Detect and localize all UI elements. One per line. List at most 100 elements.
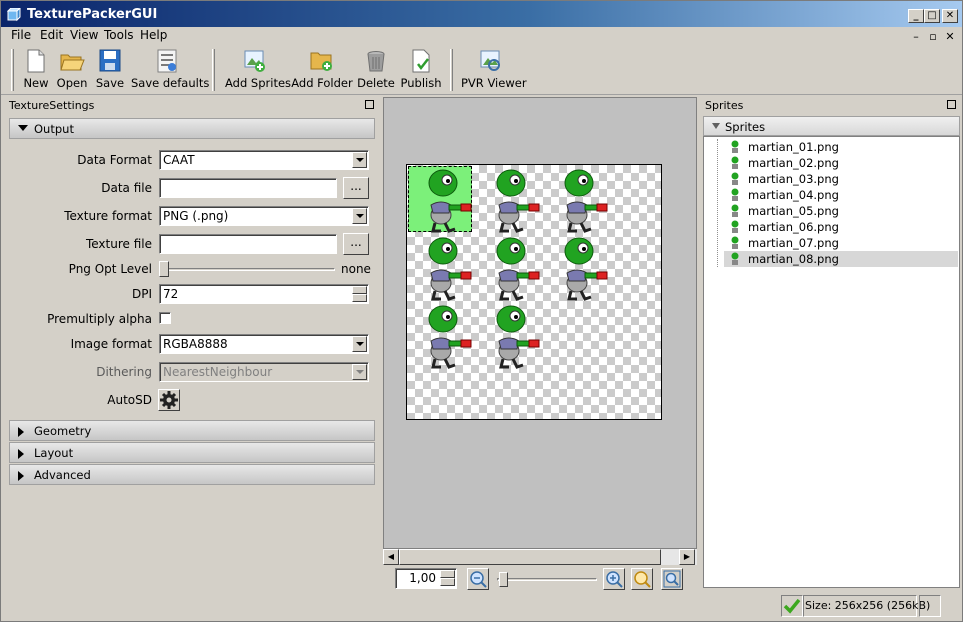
sprite-file-icon xyxy=(731,156,739,169)
sprite-list-item[interactable]: martian_06.png xyxy=(724,219,958,235)
advanced-section-header[interactable]: Advanced xyxy=(9,464,375,485)
menu-edit[interactable]: Edit xyxy=(40,28,63,42)
martian-sprite[interactable] xyxy=(481,167,545,233)
menu-help[interactable]: Help xyxy=(140,28,167,42)
toolbar-grip[interactable] xyxy=(11,49,14,91)
menu-view[interactable]: View xyxy=(70,28,98,42)
chevron-down-icon[interactable] xyxy=(352,208,367,224)
delete-button[interactable]: Delete xyxy=(357,49,395,93)
texture-format-select[interactable]: PNG (.png) xyxy=(159,206,369,226)
publish-button[interactable]: Publish xyxy=(400,49,442,93)
pvr-viewer-button[interactable]: PVR Viewer xyxy=(461,49,527,93)
sprite-sheet-preview[interactable] xyxy=(406,164,662,420)
autosd-button[interactable] xyxy=(158,389,180,411)
martian-sprite[interactable] xyxy=(481,303,545,369)
texture-file-browse-button[interactable]: ... xyxy=(343,233,369,255)
martian-sprite[interactable] xyxy=(413,167,477,233)
close-button[interactable]: ✕ xyxy=(942,9,958,23)
martian-sprite[interactable] xyxy=(413,303,477,369)
spin-up-icon[interactable] xyxy=(352,286,367,294)
zoom-spinbox[interactable]: 1,00 xyxy=(395,568,457,589)
zoom-slider[interactable] xyxy=(497,572,597,588)
add-sprites-button[interactable]: Add Sprites xyxy=(225,49,291,93)
dithering-select: NearestNeighbour xyxy=(159,362,369,382)
texture-format-label: Texture format xyxy=(64,209,152,223)
expand-icon xyxy=(18,471,24,481)
spin-down-icon[interactable] xyxy=(352,294,367,302)
zoom-1to1-icon xyxy=(634,571,651,588)
sprite-list-item[interactable]: martian_02.png xyxy=(724,155,958,171)
texture-settings-title: TextureSettings xyxy=(9,99,95,112)
data-format-select[interactable]: CAAT xyxy=(159,150,369,170)
png-opt-slider[interactable] xyxy=(159,261,337,277)
open-folder-icon xyxy=(60,54,85,71)
zoom-in-button[interactable] xyxy=(603,568,625,590)
slider-handle[interactable] xyxy=(159,261,169,277)
zoom-out-button[interactable] xyxy=(467,568,489,590)
martian-sprite[interactable] xyxy=(413,235,477,301)
panel-float-icon[interactable] xyxy=(947,100,956,109)
dpi-spinbox[interactable]: 72 xyxy=(159,284,369,304)
sprite-list-item[interactable]: martian_04.png xyxy=(724,187,958,203)
dpi-label: DPI xyxy=(131,287,152,301)
layout-section-label: Layout xyxy=(34,446,74,460)
martian-sprite[interactable] xyxy=(549,235,613,301)
slider-handle[interactable] xyxy=(498,572,508,587)
chevron-down-icon[interactable] xyxy=(352,336,367,352)
sprite-file-name: martian_03.png xyxy=(748,172,839,186)
sprite-file-name: martian_08.png xyxy=(748,252,839,266)
menu-tools[interactable]: Tools xyxy=(104,28,134,42)
scroll-left-icon[interactable]: ◀ xyxy=(383,549,399,565)
sprite-list-item[interactable]: martian_03.png xyxy=(724,171,958,187)
mdi-restore-icon[interactable]: ▫ xyxy=(927,31,939,43)
zoom-reset-button[interactable] xyxy=(631,568,653,590)
minimize-button[interactable]: _ xyxy=(908,9,924,23)
image-format-value: RGBA8888 xyxy=(163,337,228,351)
texture-file-input[interactable] xyxy=(159,234,337,254)
sprite-file-icon xyxy=(731,236,739,249)
layout-section-header[interactable]: Layout xyxy=(9,442,375,463)
mdi-close-icon[interactable]: ✕ xyxy=(944,31,956,43)
toolbar-grip[interactable] xyxy=(212,49,215,91)
scroll-right-icon[interactable]: ▶ xyxy=(679,549,695,565)
sprite-list-item[interactable]: martian_05.png xyxy=(724,203,958,219)
add-folder-button[interactable]: Add Folder xyxy=(291,49,353,93)
panel-float-icon[interactable] xyxy=(365,100,374,109)
save-defaults-button[interactable]: Save defaults xyxy=(131,49,209,93)
sprite-sheet-canvas[interactable] xyxy=(383,97,697,549)
new-button[interactable]: New xyxy=(19,49,53,93)
canvas-horizontal-scrollbar[interactable]: ◀ ▶ xyxy=(383,549,697,565)
mdi-minimize-icon[interactable]: – xyxy=(910,31,922,43)
sprite-file-name: martian_06.png xyxy=(748,220,839,234)
spin-up-icon[interactable] xyxy=(440,570,455,578)
data-file-input[interactable] xyxy=(159,178,337,198)
add-sprites-icon xyxy=(244,50,265,72)
toolbar-grip[interactable] xyxy=(450,49,453,91)
image-format-select[interactable]: RGBA8888 xyxy=(159,334,369,354)
geometry-section-header[interactable]: Geometry xyxy=(9,420,375,441)
data-file-browse-button[interactable]: ... xyxy=(343,177,369,199)
spin-down-icon[interactable] xyxy=(440,578,455,586)
sprites-tree-header[interactable]: Sprites xyxy=(703,116,960,136)
app-window: TexturePackerGUI _ □ ✕ File Edit View To… xyxy=(0,0,963,622)
open-button[interactable]: Open xyxy=(55,49,89,93)
premultiply-alpha-checkbox[interactable] xyxy=(159,312,171,324)
publish-label: Publish xyxy=(400,76,442,90)
martian-sprite[interactable] xyxy=(481,235,545,301)
chevron-down-icon[interactable] xyxy=(352,152,367,168)
status-ok-indicator xyxy=(781,595,803,617)
sprites-tree[interactable]: martian_01.png martian_02.png martian_03.p… xyxy=(703,136,960,588)
scroll-thumb[interactable] xyxy=(399,549,661,565)
sprite-list-item[interactable]: martian_07.png xyxy=(724,235,958,251)
menu-file[interactable]: File xyxy=(11,28,31,42)
sprite-file-name: martian_05.png xyxy=(748,204,839,218)
status-bar: Size: 256x256 (256kB) xyxy=(1,593,962,621)
martian-sprite[interactable] xyxy=(549,167,613,233)
output-section-header[interactable]: Output xyxy=(9,118,375,139)
maximize-button[interactable]: □ xyxy=(924,9,940,23)
sprite-list-item[interactable]: martian_08.png xyxy=(724,251,958,267)
zoom-fit-button[interactable] xyxy=(661,568,683,590)
title-bar[interactable]: TexturePackerGUI _ □ ✕ xyxy=(1,1,962,27)
save-button[interactable]: Save xyxy=(93,49,127,93)
sprite-list-item[interactable]: martian_01.png xyxy=(724,139,958,155)
